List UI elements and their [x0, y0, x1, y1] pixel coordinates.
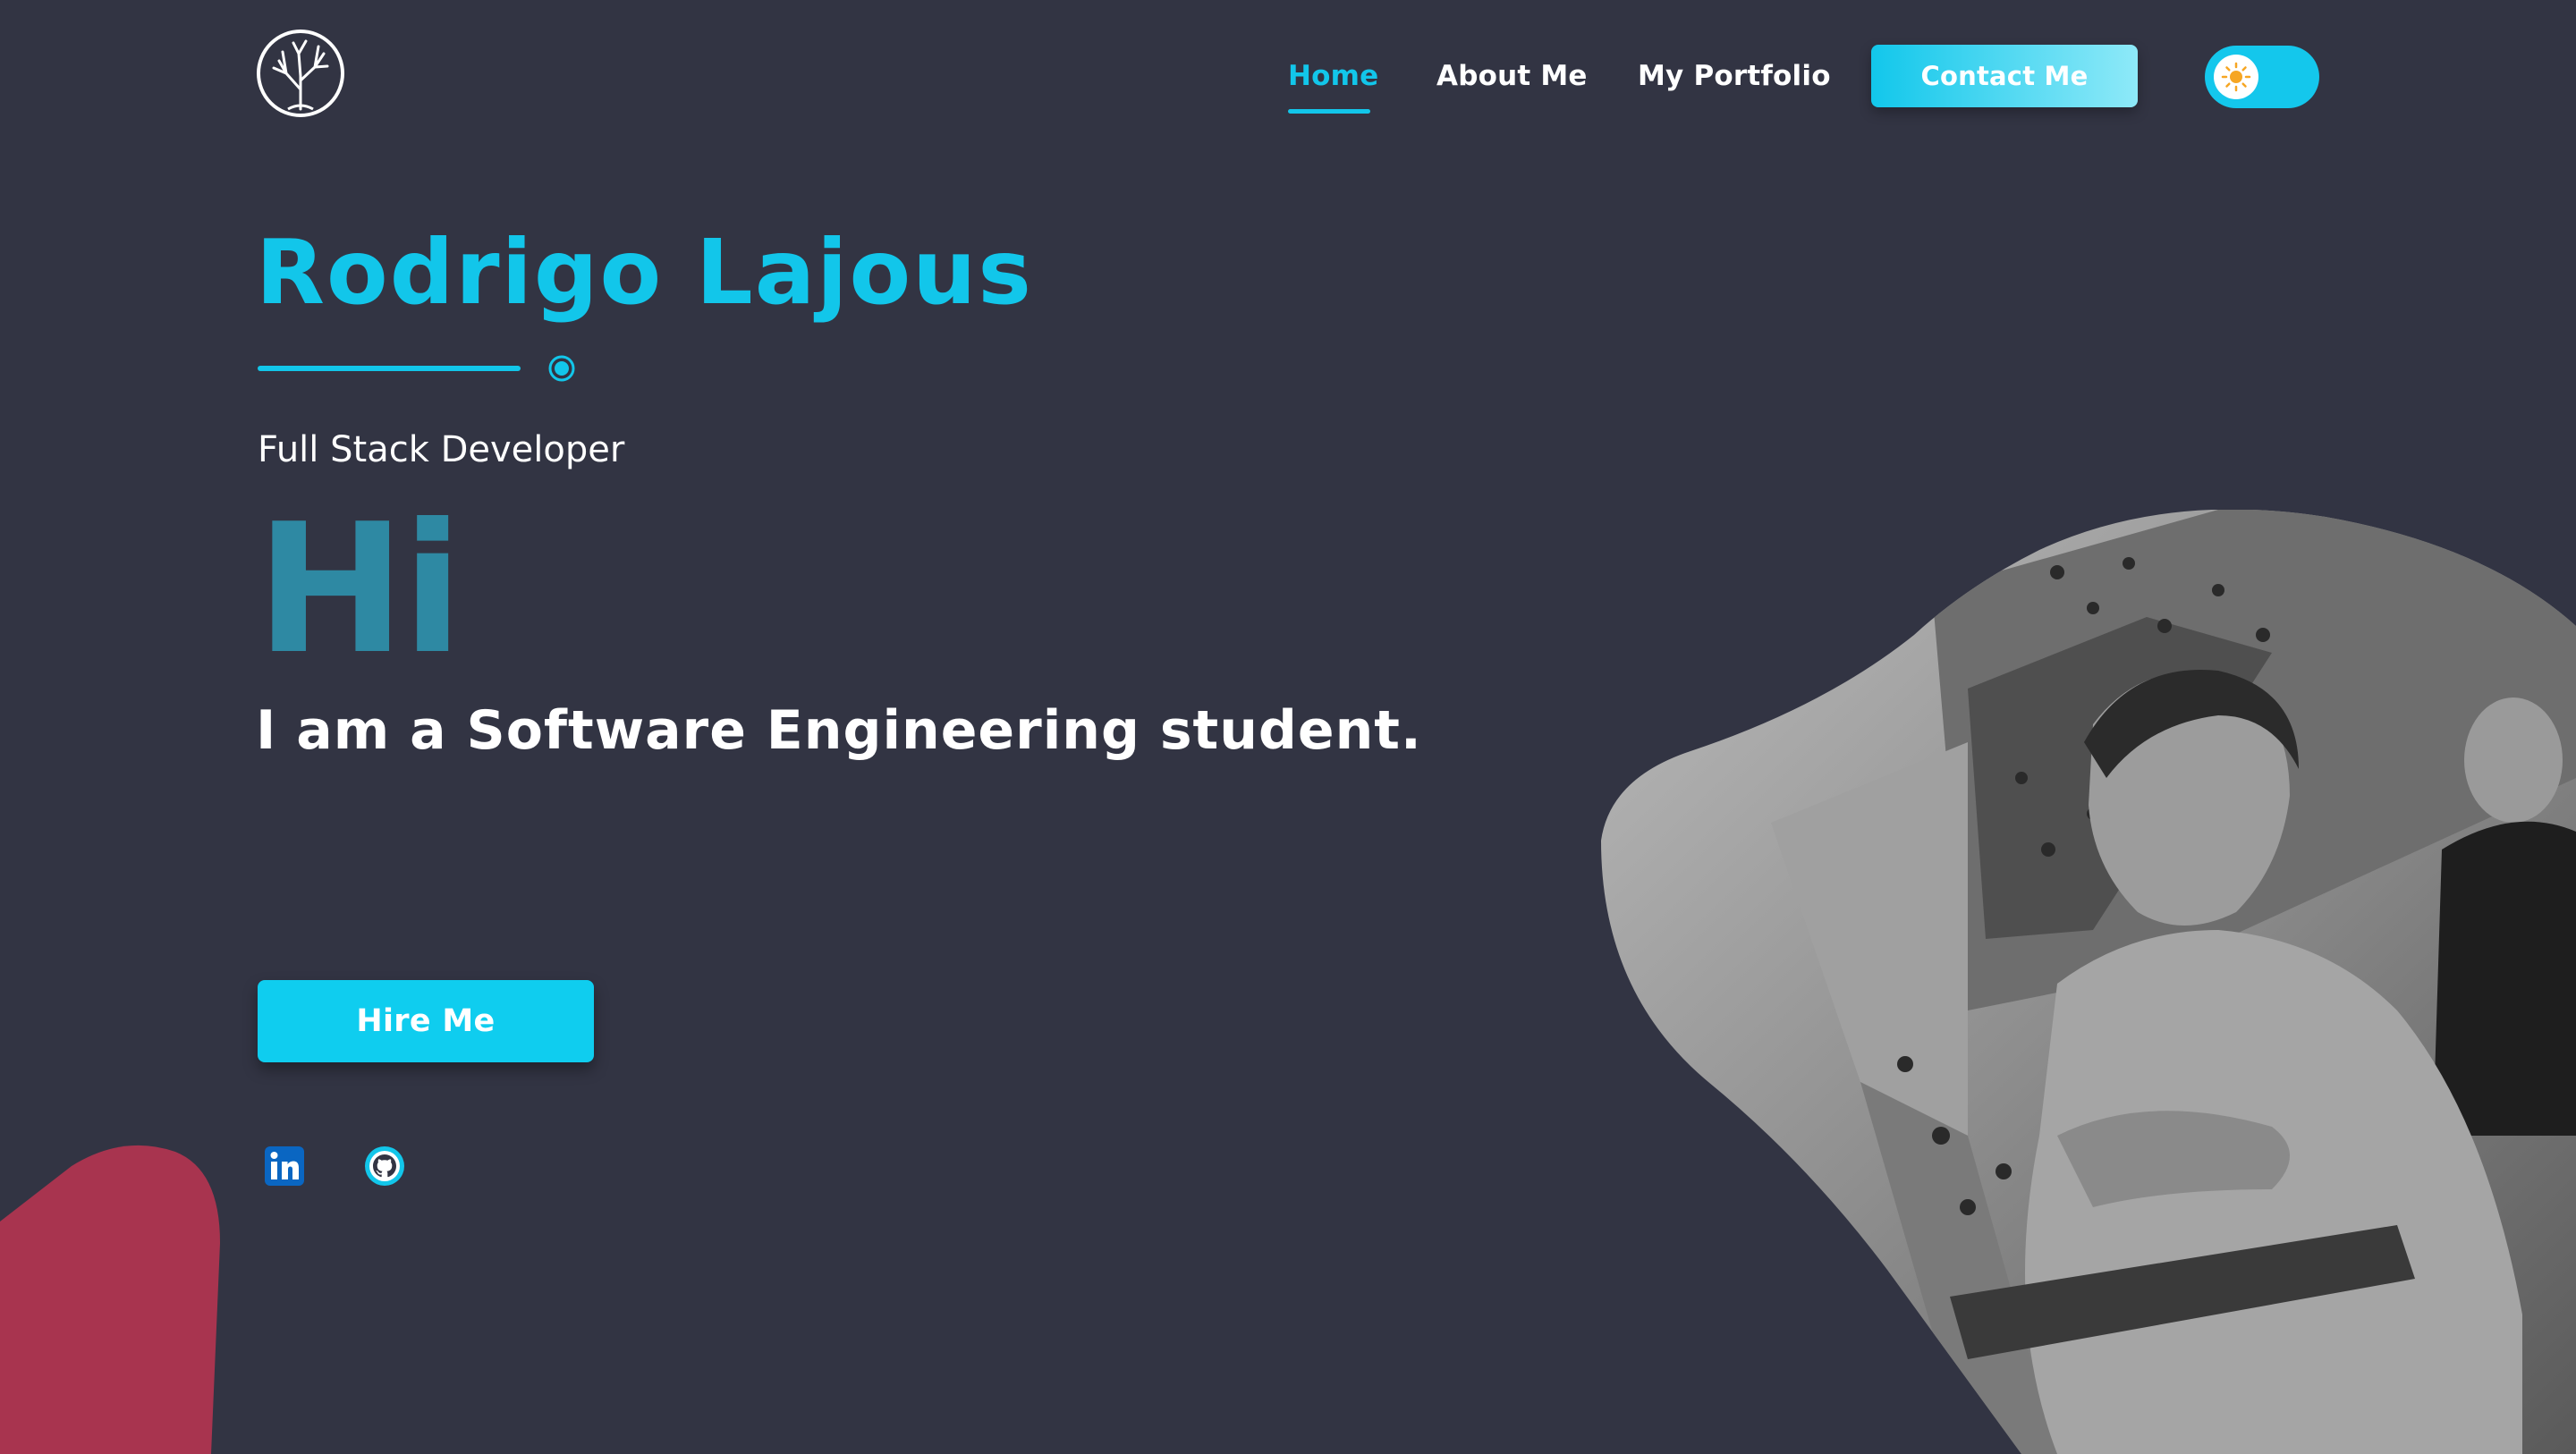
hero-name: Rodrigo Lajous — [256, 220, 1033, 325]
contact-me-button[interactable]: Contact Me — [1871, 45, 2138, 107]
theme-toggle[interactable] — [2205, 46, 2319, 108]
sun-icon — [2221, 62, 2251, 92]
decorative-blob — [0, 1145, 220, 1454]
main-nav: Home About Me My Portfolio Contact Me — [0, 45, 2576, 114]
nav-home[interactable]: Home — [1288, 60, 1378, 92]
role-subtitle: Full Stack Developer — [258, 429, 625, 470]
hire-me-button[interactable]: Hire Me — [258, 980, 594, 1062]
tagline: I am a Software Engineering student. — [256, 699, 1422, 762]
nav-my-portfolio[interactable]: My Portfolio — [1638, 60, 1831, 92]
nav-about-me[interactable]: About Me — [1436, 60, 1588, 92]
divider-dot-icon — [548, 355, 575, 382]
greeting: Hi — [256, 486, 463, 694]
name-divider — [258, 366, 521, 371]
nav-active-indicator — [1288, 109, 1370, 114]
profile-photo — [1601, 510, 2576, 1454]
toggle-knob — [2214, 55, 2258, 99]
github-link[interactable] — [363, 1145, 406, 1188]
linkedin-icon — [265, 1146, 304, 1186]
github-icon — [365, 1146, 404, 1186]
linkedin-link[interactable] — [263, 1145, 306, 1188]
